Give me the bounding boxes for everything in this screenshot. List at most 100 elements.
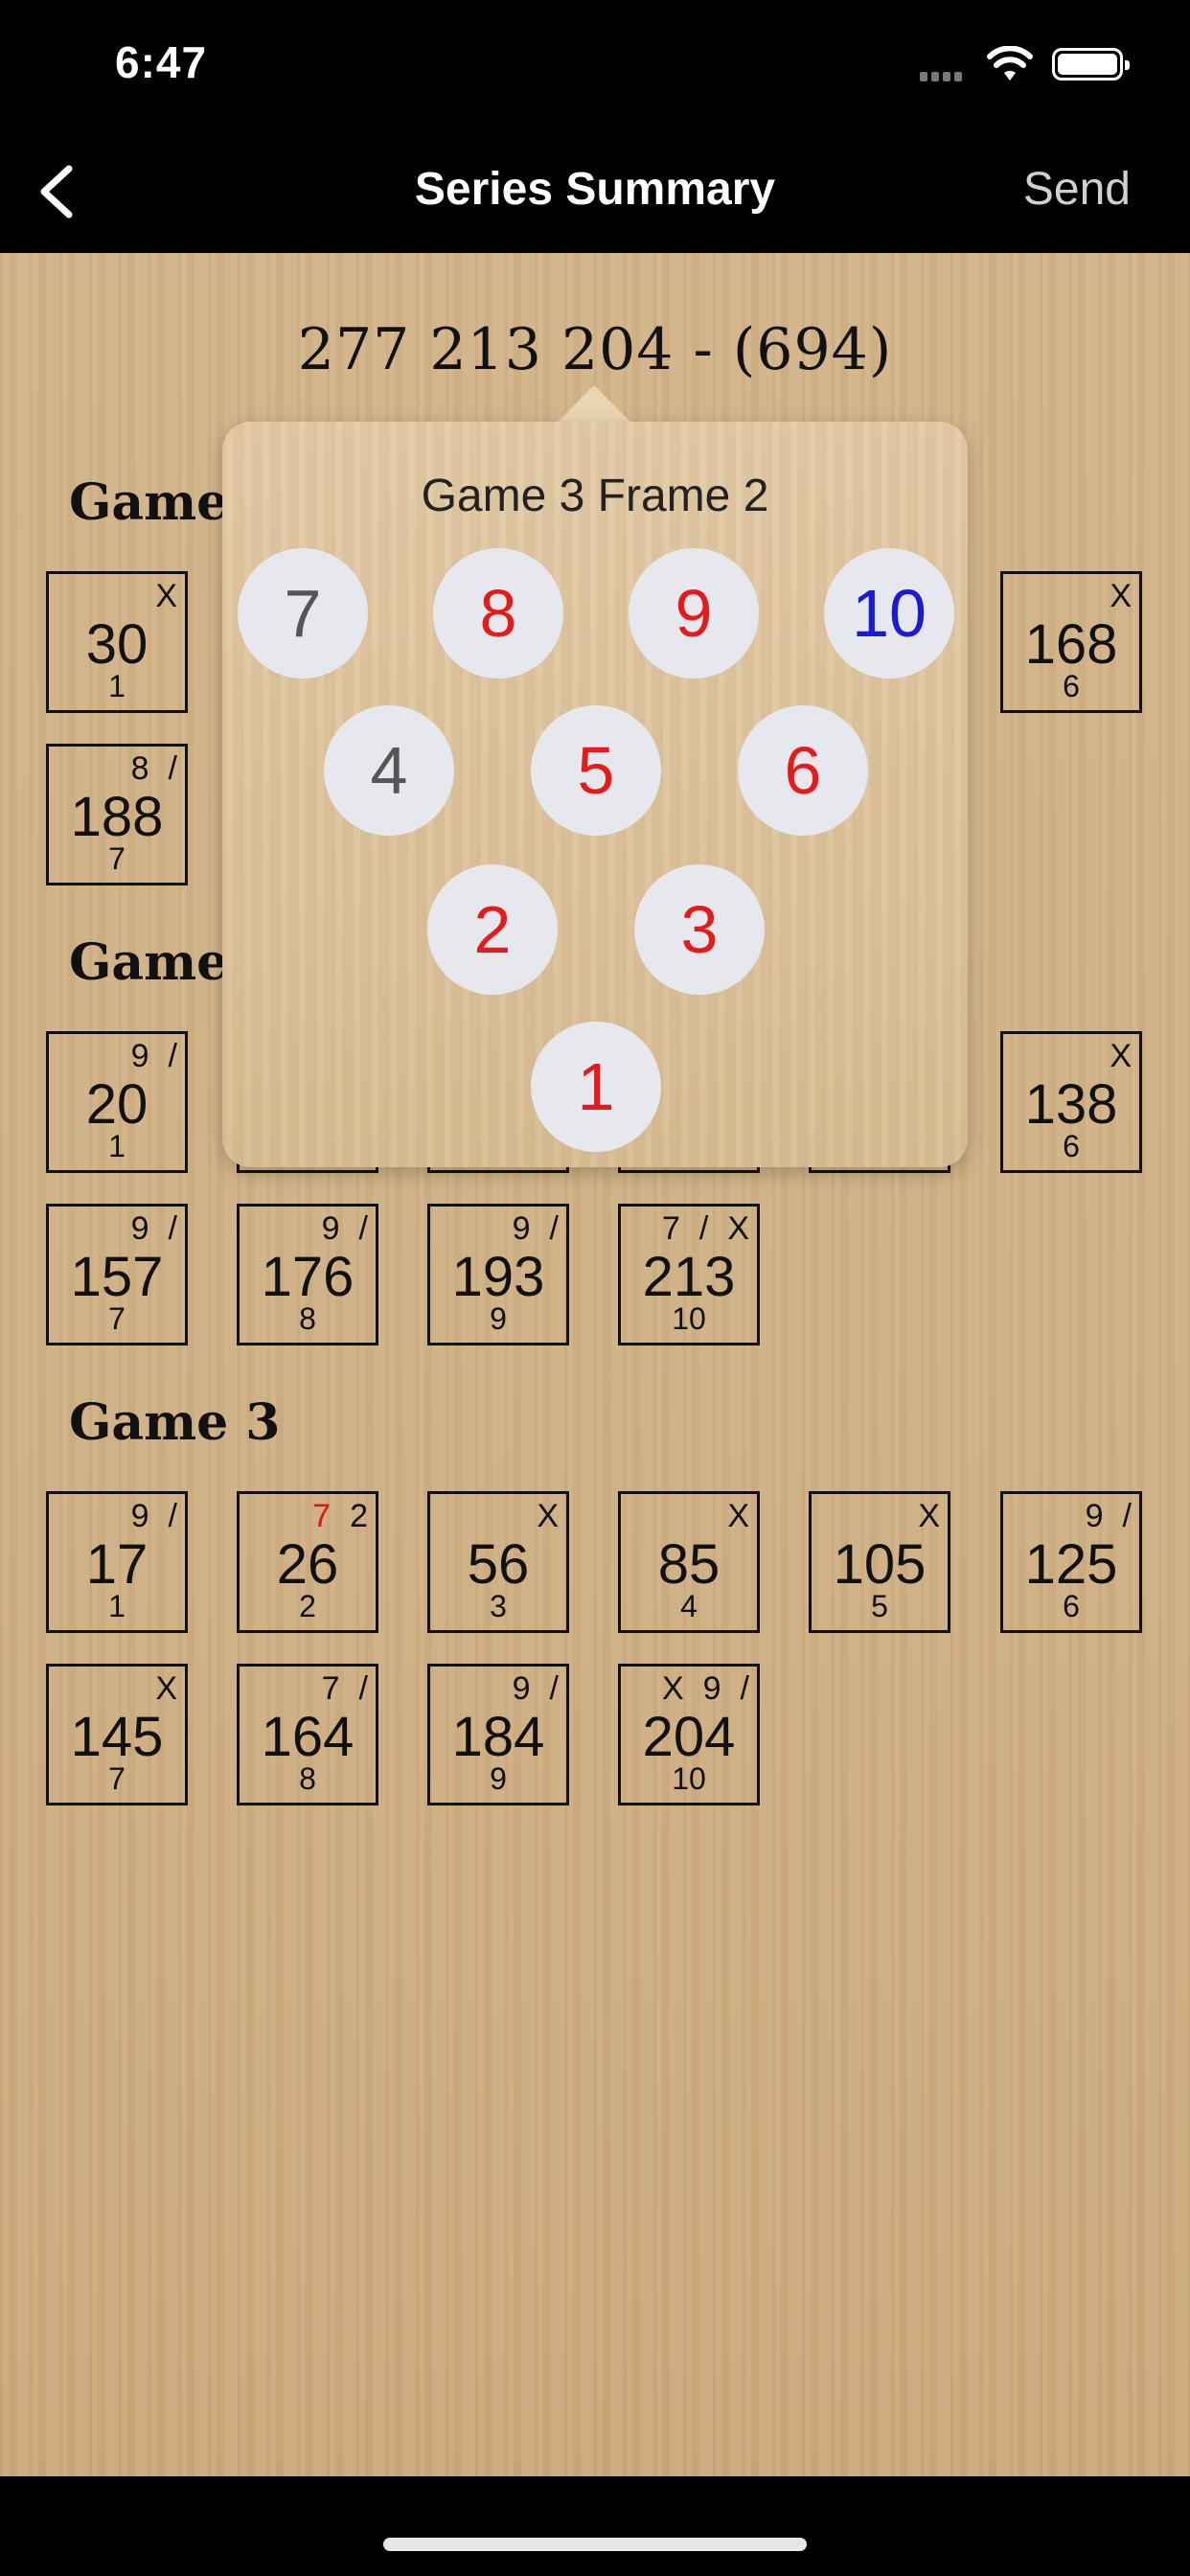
pin-6: 6 [738,705,868,836]
frame-score: 125 [1024,1533,1118,1596]
status-time: 6:47 [115,37,208,87]
frame-score: 184 [451,1706,545,1768]
frame-marks: X [1110,1038,1132,1074]
frame-score: 145 [70,1706,164,1768]
frame-number: 6 [1063,1129,1080,1163]
frame-box[interactable]: X 56 3 [427,1491,569,1633]
frame-box[interactable]: X 105 5 [809,1491,950,1633]
pin-9: 9 [629,548,759,678]
frame-number: 9 [490,1761,507,1796]
frame-box[interactable]: 8/ 188 7 [46,744,188,886]
frame-box[interactable]: 9/ 17 1 [46,1491,188,1633]
pin-1: 1 [531,1022,661,1152]
frame-pins-popover: Game 3 Frame 2 7 8 9 10 4 5 6 2 3 1 [222,422,968,1167]
popover-title: Game 3 Frame 2 [421,471,769,521]
pin-10: 10 [824,548,954,678]
frame-box[interactable]: 9/ 176 8 [237,1204,378,1346]
frame-marks: X [727,1498,749,1534]
frame-number: 10 [672,1301,706,1336]
pin-2: 2 [427,864,558,995]
frame-score: 188 [70,786,164,848]
frame-box[interactable]: X 30 1 [46,571,188,713]
frame-number: 2 [299,1589,316,1623]
frame-number: 7 [108,841,126,876]
pin-4: 4 [324,705,454,836]
frame-box[interactable]: 9/ 125 6 [1000,1491,1142,1633]
frame-box[interactable]: 9/ 184 9 [427,1664,569,1806]
frame-number: 6 [1063,1589,1080,1623]
frame-marks: 9/ [130,1038,177,1074]
frame-score: 204 [642,1706,736,1768]
frame-marks: X [1110,578,1132,614]
frame-number: 8 [299,1301,316,1336]
frame-score: 30 [85,613,149,676]
cellular-signal-icon [920,69,966,86]
pin-8: 8 [433,548,563,678]
frame-box[interactable]: X 168 6 [1000,571,1142,713]
status-bar: 6:47 [0,0,1190,134]
frame-marks: X [155,1670,177,1707]
frame-marks: 9/ [512,1210,559,1247]
frame-number: 1 [108,1129,126,1163]
frame-number: 7 [108,1761,126,1796]
frame-marks: 8/ [130,750,177,787]
frame-number: 6 [1063,669,1080,703]
game-title: Game 3 [69,1393,281,1452]
frame-number: 9 [490,1301,507,1336]
frame-marks: X 9/ [661,1670,749,1707]
frame-marks: 9/ [130,1210,177,1247]
series-summary-scores: 277 213 204 - (694) [297,316,893,383]
frame-marks: 7/ [321,1670,368,1707]
frame-score: 213 [642,1246,736,1308]
home-indicator-area [0,2476,1190,2576]
frame-box[interactable]: 9/ 193 9 [427,1204,569,1346]
frame-score: 85 [657,1533,721,1596]
frame-score: 193 [451,1246,545,1308]
frame-score: 26 [276,1533,339,1596]
frame-box-selected[interactable]: 72 26 2 [237,1491,378,1633]
frame-marks: 9/ [130,1498,177,1534]
frame-score: 20 [85,1073,149,1136]
frame-marks: 9/ [512,1670,559,1707]
frame-box[interactable]: 9/ 20 1 [46,1031,188,1173]
frame-number: 1 [108,1589,126,1623]
frame-marks: X [155,578,177,614]
frame-box[interactable]: X 85 4 [618,1491,760,1633]
pin-7: 7 [238,548,368,678]
frame-score: 105 [833,1533,927,1596]
frame-box[interactable]: X 9/ 204 10 [618,1664,760,1806]
frame-score: 176 [261,1246,355,1308]
frame-score: 138 [1024,1073,1118,1136]
navigation-bar: Series Summary Send [0,134,1190,253]
wifi-icon [987,46,1033,80]
home-indicator[interactable] [383,2538,807,2551]
frame-marks: X [918,1498,940,1534]
frame-number: 10 [672,1761,706,1796]
frame-box[interactable]: X 145 7 [46,1664,188,1806]
frame-number: 3 [490,1589,507,1623]
frame-marks: 72 [312,1498,368,1534]
frame-score: 157 [70,1246,164,1308]
frame-score: 168 [1024,613,1118,676]
frame-number: 4 [680,1589,698,1623]
frame-score: 164 [261,1706,355,1768]
frame-number: 8 [299,1761,316,1796]
frame-number: 7 [108,1301,126,1336]
frame-score: 56 [467,1533,530,1596]
page-title: Series Summary [414,164,776,215]
frame-box[interactable]: X 138 6 [1000,1031,1142,1173]
frame-box[interactable]: 7/ 164 8 [237,1664,378,1806]
frame-number: 5 [871,1589,888,1623]
frame-marks: 7/X [661,1210,749,1247]
battery-icon [1052,48,1130,80]
frame-marks: 9/ [321,1210,368,1247]
send-button[interactable]: Send [1023,163,1131,216]
frame-box[interactable]: 7/X 213 10 [618,1204,760,1346]
frame-score: 17 [85,1533,149,1596]
frame-marks: 9/ [1085,1498,1132,1534]
pin-5: 5 [531,705,661,836]
pin-3: 3 [634,864,765,995]
frame-box[interactable]: 9/ 157 7 [46,1204,188,1346]
frame-marks: X [537,1498,559,1534]
frame-number: 1 [108,669,126,703]
